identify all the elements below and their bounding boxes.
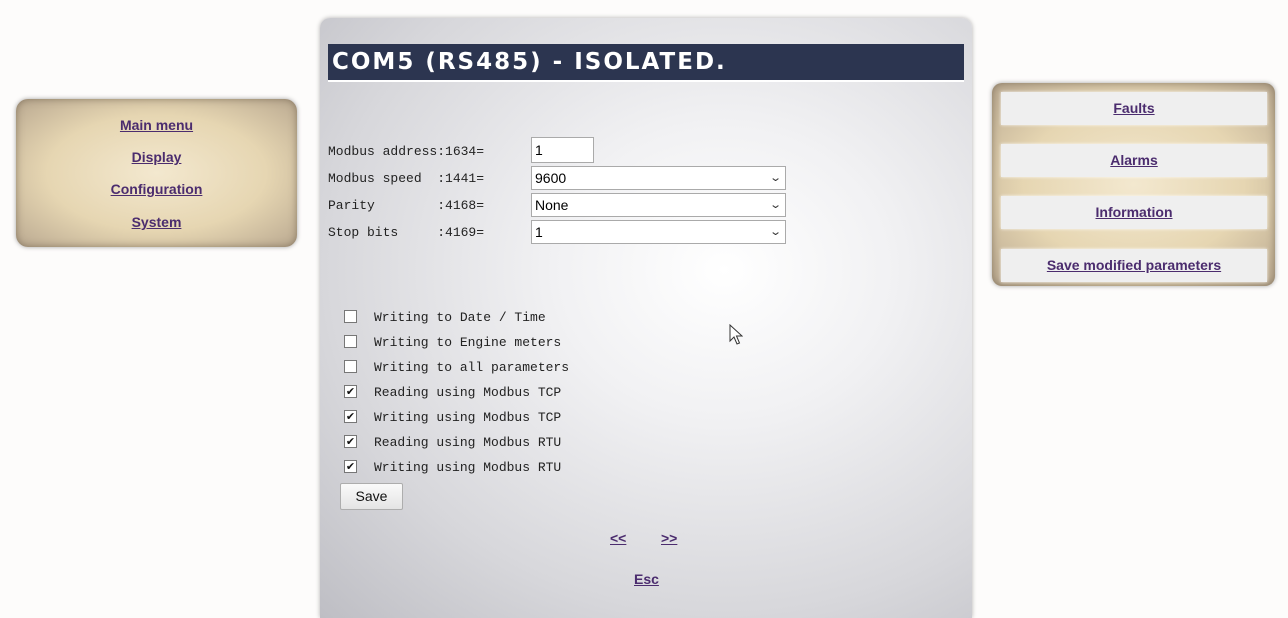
- nav-link-main-menu[interactable]: Main menu: [16, 116, 297, 134]
- checkbox-label: Writing to Date / Time: [374, 310, 546, 325]
- checkbox-write-all-parameters[interactable]: [344, 360, 357, 373]
- mouse-pointer-icon: [729, 324, 743, 345]
- next-page-link[interactable]: >>: [661, 530, 677, 546]
- faults-button[interactable]: Faults: [1001, 92, 1267, 125]
- modbus-address-label: Modbus address:1634=: [328, 144, 485, 159]
- checkbox-label: Writing to all parameters: [374, 360, 570, 375]
- main-content-panel: COM5 (RS485) - ISOLATED. Modbus address:…: [320, 18, 972, 618]
- checkbox-write-modbus-rtu[interactable]: ✔: [344, 460, 357, 473]
- modbus-address-input[interactable]: [531, 137, 594, 163]
- save-modified-parameters-link[interactable]: Save modified parameters: [1047, 257, 1221, 273]
- save-modified-parameters-button[interactable]: Save modified parameters: [1001, 249, 1267, 282]
- stop-bits-value: 1: [535, 224, 543, 240]
- save-button[interactable]: Save: [340, 483, 403, 510]
- chevron-down-icon: ⌄: [768, 226, 782, 238]
- checkbox-read-modbus-tcp[interactable]: ✔: [344, 385, 357, 398]
- right-actions-panel: Faults Alarms Information Save modified …: [992, 83, 1275, 286]
- faults-link[interactable]: Faults: [1113, 100, 1154, 116]
- nav-link-configuration[interactable]: Configuration: [16, 180, 297, 198]
- checkbox-write-engine-meters[interactable]: [344, 335, 357, 348]
- modbus-speed-select[interactable]: 9600 ⌄: [531, 166, 786, 190]
- parity-label: Parity :4168=: [328, 198, 485, 213]
- checkbox-label: Writing using Modbus RTU: [374, 460, 562, 475]
- parity-select[interactable]: None ⌄: [531, 193, 786, 217]
- alarms-button[interactable]: Alarms: [1001, 144, 1267, 177]
- stop-bits-select[interactable]: 1 ⌄: [531, 220, 786, 244]
- modbus-speed-value: 9600: [535, 170, 567, 186]
- checkbox-label: Reading using Modbus TCP: [374, 385, 562, 400]
- parity-value: None: [535, 197, 569, 213]
- page-title: COM5 (RS485) - ISOLATED.: [328, 44, 964, 82]
- chevron-down-icon: ⌄: [768, 199, 782, 211]
- information-button[interactable]: Information: [1001, 196, 1267, 229]
- checkbox-label: Writing using Modbus TCP: [374, 410, 562, 425]
- previous-page-link[interactable]: <<: [610, 530, 626, 546]
- modbus-speed-label: Modbus speed :1441=: [328, 171, 485, 186]
- checkbox-label: Reading using Modbus RTU: [374, 435, 562, 450]
- checkbox-write-date-time[interactable]: [344, 310, 357, 323]
- checkbox-read-modbus-rtu[interactable]: ✔: [344, 435, 357, 448]
- alarms-link[interactable]: Alarms: [1110, 152, 1157, 168]
- left-nav-panel: Main menu Display Configuration System: [16, 99, 297, 247]
- nav-link-system[interactable]: System: [16, 213, 297, 231]
- information-link[interactable]: Information: [1096, 204, 1173, 220]
- checkbox-label: Writing to Engine meters: [374, 335, 562, 350]
- stop-bits-label: Stop bits :4169=: [328, 225, 485, 240]
- checkbox-write-modbus-tcp[interactable]: ✔: [344, 410, 357, 423]
- chevron-down-icon: ⌄: [768, 172, 782, 184]
- esc-link[interactable]: Esc: [634, 571, 659, 587]
- nav-link-display[interactable]: Display: [16, 148, 297, 166]
